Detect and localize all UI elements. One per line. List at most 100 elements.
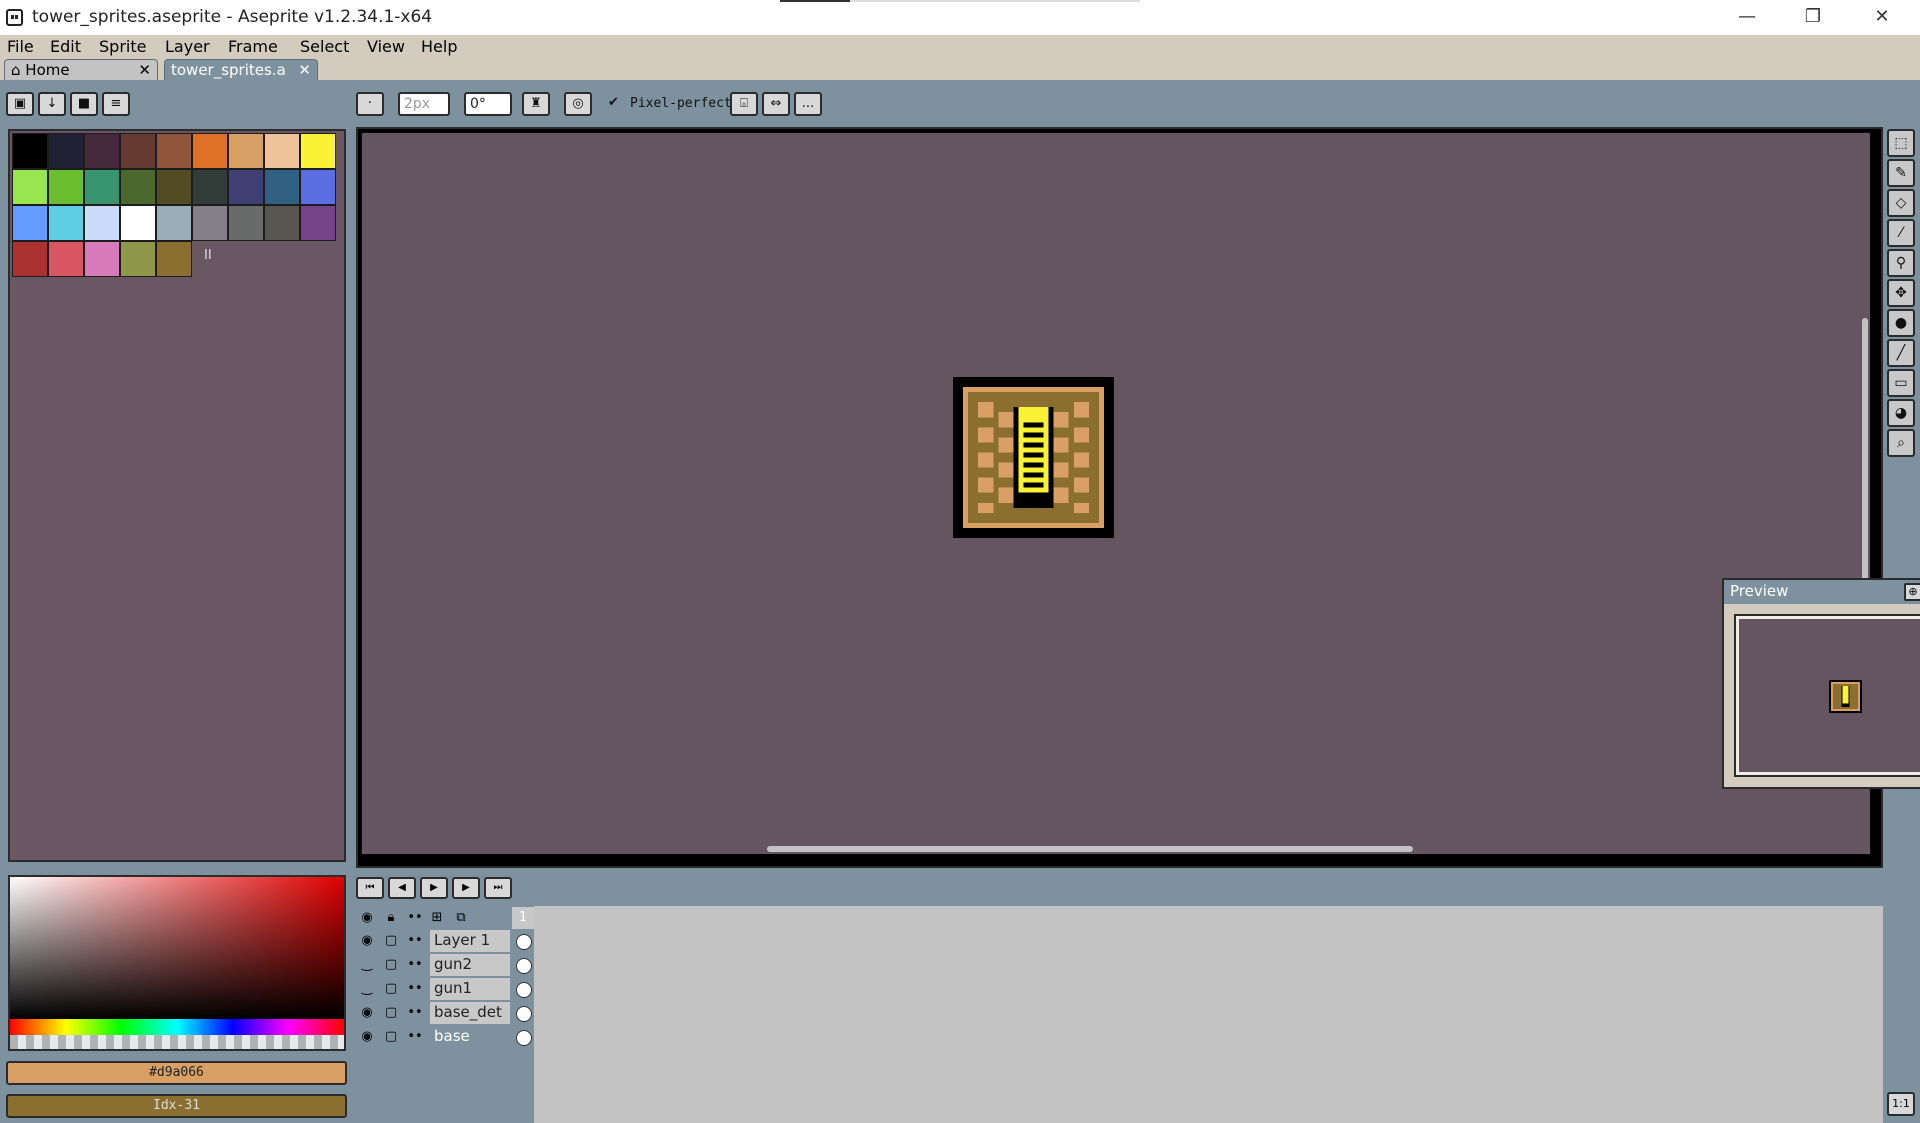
horizontal-scrollbar[interactable] bbox=[767, 846, 1413, 852]
palette-swatch[interactable] bbox=[120, 241, 156, 277]
menu-sprite[interactable]: Sprite bbox=[99, 37, 146, 56]
palette-swatch[interactable] bbox=[300, 205, 336, 241]
layer-row[interactable]: ◉ ▢ •• base bbox=[356, 1026, 534, 1048]
play-icon[interactable]: ▶ bbox=[420, 877, 448, 899]
layer-row[interactable]: ‿ ▢ •• gun1 bbox=[356, 978, 534, 1000]
lock-icon[interactable]: ▢ bbox=[380, 954, 402, 976]
close-tab-home-icon[interactable]: ✕ bbox=[138, 60, 151, 80]
palette-swatch[interactable] bbox=[156, 133, 192, 169]
more-options-button[interactable]: ... bbox=[794, 92, 822, 116]
menu-layer[interactable]: Layer bbox=[165, 37, 210, 56]
close-window-button[interactable]: ✕ bbox=[1853, 0, 1911, 35]
layer-row[interactable]: ‿ ▢ •• gun2 bbox=[356, 954, 534, 976]
palette-swatch[interactable] bbox=[84, 205, 120, 241]
palette-swatch[interactable] bbox=[120, 169, 156, 205]
hue-slider[interactable] bbox=[10, 1019, 344, 1035]
palette-swatch[interactable] bbox=[192, 169, 228, 205]
move-tool-icon[interactable]: ✥ bbox=[1887, 279, 1915, 307]
palette-swatch[interactable] bbox=[192, 133, 228, 169]
ink-icon[interactable]: ♜ bbox=[522, 92, 550, 116]
palette-swatch[interactable] bbox=[120, 133, 156, 169]
lock-icon[interactable]: ▢ bbox=[380, 1002, 402, 1024]
zoom-tool-icon[interactable]: ⚲ bbox=[1887, 249, 1915, 277]
brush-type-icon[interactable]: · bbox=[356, 92, 384, 116]
eye-closed-icon[interactable]: ‿ bbox=[356, 978, 378, 1000]
palette-swatch[interactable] bbox=[84, 169, 120, 205]
line-tool-icon[interactable]: ╱ bbox=[1887, 339, 1915, 367]
palette-menu-icon[interactable]: ≡ bbox=[102, 92, 130, 116]
palette-swatch[interactable] bbox=[156, 205, 192, 241]
pressure-icon[interactable]: ◎ bbox=[564, 92, 592, 116]
palette-swatch[interactable] bbox=[228, 133, 264, 169]
layer-name[interactable]: gun1 bbox=[430, 978, 510, 1000]
last-frame-icon[interactable]: ⏭ bbox=[484, 877, 512, 899]
cel-icon[interactable] bbox=[512, 978, 534, 1000]
layer-name[interactable]: Layer 1 bbox=[430, 930, 510, 952]
palette-resize-handle[interactable]: II bbox=[204, 248, 212, 263]
layer-row[interactable]: ◉ ▢ •• base_det bbox=[356, 1002, 534, 1024]
alpha-slider[interactable] bbox=[10, 1035, 344, 1049]
background-color-button[interactable]: Idx-31 bbox=[6, 1094, 347, 1118]
next-frame-icon[interactable]: ▶ bbox=[452, 877, 480, 899]
symmetry-icon[interactable]: ⌻ bbox=[730, 92, 758, 116]
palette-swatch[interactable] bbox=[12, 169, 48, 205]
close-tab-document-icon[interactable]: ✕ bbox=[298, 60, 311, 80]
menu-edit[interactable]: Edit bbox=[50, 37, 81, 56]
palette-swatch[interactable] bbox=[264, 205, 300, 241]
layer-name[interactable]: gun2 bbox=[430, 954, 510, 976]
palette-swatch[interactable] bbox=[228, 169, 264, 205]
lock-icon[interactable]: 🔒︎ bbox=[380, 907, 402, 929]
continuous-icon[interactable]: •• bbox=[404, 930, 426, 952]
layer-name[interactable]: base_det bbox=[430, 1002, 510, 1024]
saturation-value-picker[interactable] bbox=[10, 877, 344, 1019]
lock-icon[interactable]: ▢ bbox=[380, 978, 402, 1000]
previous-frame-icon[interactable]: ◀ bbox=[388, 877, 416, 899]
menu-view[interactable]: View bbox=[367, 37, 405, 56]
palette-swatch-icon[interactable]: ■ bbox=[70, 92, 98, 116]
palette-swatch[interactable] bbox=[12, 133, 48, 169]
marquee-tool-icon[interactable]: ⬚ bbox=[1887, 129, 1915, 157]
palette-swatch[interactable] bbox=[84, 241, 120, 277]
eye-icon[interactable]: ◉ bbox=[356, 1026, 378, 1048]
zoom-ratio-button[interactable]: 1:1 bbox=[1887, 1092, 1915, 1116]
layer-group-icon[interactable]: ⊞ bbox=[426, 907, 448, 929]
cel-icon[interactable] bbox=[512, 1026, 534, 1048]
palette-swatch[interactable] bbox=[156, 241, 192, 277]
brush-size-field[interactable]: 2px bbox=[398, 92, 450, 116]
contour-tool-icon[interactable]: ◕ bbox=[1887, 399, 1915, 427]
continuous-icon[interactable]: •• bbox=[404, 978, 426, 1000]
continuous-icon[interactable]: •• bbox=[404, 1026, 426, 1048]
frame-number[interactable]: 1 bbox=[512, 907, 534, 929]
first-frame-icon[interactable]: ⏮ bbox=[356, 877, 384, 899]
paint-bucket-tool-icon[interactable]: ● bbox=[1887, 309, 1915, 337]
palette-swatch[interactable] bbox=[120, 205, 156, 241]
palette-swatch[interactable] bbox=[300, 133, 336, 169]
brush-angle-field[interactable]: 0° bbox=[464, 92, 512, 116]
preview-center-icon[interactable]: ⊕ bbox=[1904, 583, 1920, 601]
menu-help[interactable]: Help bbox=[421, 37, 457, 56]
restore-button[interactable]: ❐ bbox=[1784, 0, 1842, 35]
foreground-color-button[interactable]: #d9a066 bbox=[6, 1061, 347, 1085]
palette-swatch[interactable] bbox=[12, 241, 48, 277]
rectangle-tool-icon[interactable]: ▭ bbox=[1887, 369, 1915, 397]
palette-swatch[interactable] bbox=[48, 241, 84, 277]
palette-swatch[interactable] bbox=[48, 133, 84, 169]
continuous-icon[interactable]: •• bbox=[404, 907, 426, 929]
editor-canvas[interactable]: Preview ⊕ ▶ ✕ bbox=[362, 133, 1920, 854]
continuous-icon[interactable]: •• bbox=[404, 954, 426, 976]
tower-sprite[interactable] bbox=[953, 377, 1114, 538]
eyedropper-tool-icon[interactable]: ⁄ bbox=[1887, 219, 1915, 247]
lock-icon[interactable]: ▢ bbox=[380, 1026, 402, 1048]
eye-closed-icon[interactable]: ‿ bbox=[356, 954, 378, 976]
menu-frame[interactable]: Frame bbox=[228, 37, 278, 56]
palette-swatch[interactable] bbox=[228, 205, 264, 241]
color-spectrum[interactable] bbox=[8, 875, 346, 1051]
layer-name[interactable]: base bbox=[430, 1026, 510, 1048]
pencil-tool-icon[interactable]: ✎ bbox=[1887, 159, 1915, 187]
menu-select[interactable]: Select bbox=[300, 37, 349, 56]
continuous-icon[interactable]: •• bbox=[404, 1002, 426, 1024]
preview-window[interactable]: Preview ⊕ ▶ ✕ bbox=[1722, 578, 1920, 789]
tab-home[interactable]: ⌂ Home ✕ bbox=[4, 59, 158, 81]
eye-icon[interactable]: ◉ bbox=[356, 907, 378, 929]
eye-icon[interactable]: ◉ bbox=[356, 1002, 378, 1024]
